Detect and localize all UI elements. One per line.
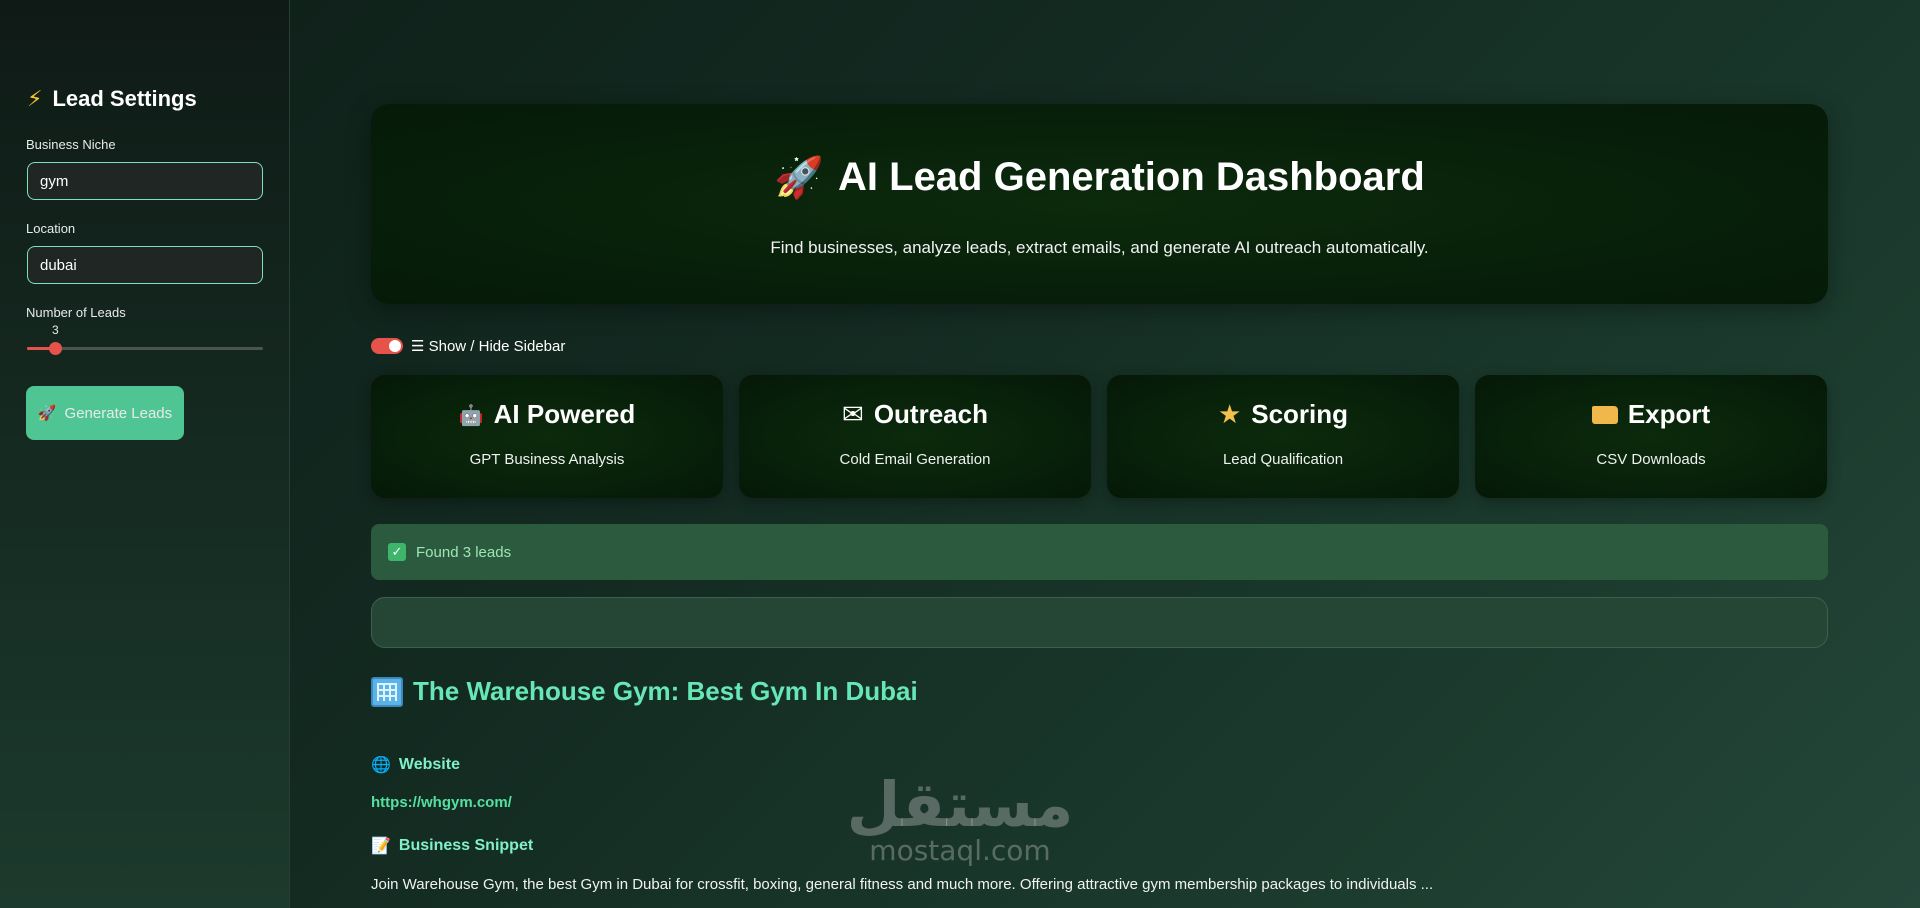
globe-icon: 🌐 [371, 755, 391, 774]
progress-container [371, 597, 1828, 648]
leads-count-slider[interactable]: 3 [27, 323, 263, 355]
location-input[interactable] [27, 246, 263, 284]
toggle-switch[interactable] [371, 338, 403, 354]
page-title-text: AI Lead Generation Dashboard [838, 155, 1425, 199]
sidebar-toggle-label: ☰ Show / Hide Sidebar [411, 338, 566, 355]
generate-leads-label: Generate Leads [64, 404, 173, 422]
memo-icon: 📝 [371, 836, 391, 855]
website-heading-text: Website [398, 755, 460, 773]
rocket-icon: 🚀 [37, 404, 57, 422]
watermark-arabic: مستقل [846, 768, 1074, 841]
feature-card-export: Export CSV Downloads [1475, 375, 1827, 498]
feature-card-outreach: ✉ Outreach Cold Email Generation [739, 375, 1091, 498]
snippet-heading-text: Business Snippet [398, 836, 534, 854]
star-icon: ★ [1217, 399, 1242, 430]
feature-title: Scoring [1251, 399, 1349, 429]
sidebar: ⚡ Lead Settings Business Niche Location … [0, 0, 290, 908]
niche-label: Business Niche [26, 137, 116, 152]
feature-card-title: ✉ Outreach [739, 399, 1091, 430]
robot-icon: 🤖 [458, 402, 484, 427]
slider-track[interactable] [27, 342, 263, 355]
website-heading: 🌐 Website [371, 755, 460, 774]
sidebar-title: ⚡ Lead Settings [27, 86, 197, 112]
envelope-icon: ✉ [842, 399, 864, 430]
page-title: 🚀 AI Lead Generation Dashboard [371, 154, 1828, 201]
feature-card-title: 🤖 AI Powered [371, 399, 723, 430]
folder-icon [1591, 405, 1618, 424]
niche-input[interactable] [27, 162, 263, 200]
rocket-icon: 🚀 [774, 155, 825, 201]
website-link[interactable]: https://whgym.com/ [371, 794, 512, 811]
feature-subtitle: Cold Email Generation [839, 451, 991, 468]
hero-banner: 🚀 AI Lead Generation Dashboard Find busi… [371, 104, 1828, 304]
page-subtitle: Find businesses, analyze leads, extract … [770, 238, 1429, 257]
sidebar-title-text: Lead Settings [52, 86, 197, 111]
sidebar-toggle[interactable]: ☰ Show / Hide Sidebar [371, 337, 565, 355]
watermark-latin: mostaql.com [869, 834, 1051, 867]
feature-subtitle: GPT Business Analysis [469, 451, 625, 468]
feature-subtitle: Lead Qualification [1222, 451, 1344, 468]
feature-title: AI Powered [493, 399, 636, 429]
feature-title: Export [1627, 399, 1711, 429]
success-alert: ✓ Found 3 leads [371, 524, 1828, 580]
business-snippet: Join Warehouse Gym, the best Gym in Duba… [371, 876, 1434, 893]
feature-card-title: Export [1475, 399, 1827, 430]
feature-card-scoring: ★ Scoring Lead Qualification [1107, 375, 1459, 498]
leads-count-value: 3 [52, 323, 59, 337]
location-label: Location [26, 221, 76, 236]
lead-title-text: The Warehouse Gym: Best Gym In Dubai [413, 676, 918, 706]
watermark: مستقل mostaql.com [840, 768, 1080, 868]
lead-title: The Warehouse Gym: Best Gym In Dubai [371, 676, 918, 707]
feature-subtitle: CSV Downloads [1596, 451, 1706, 468]
slider-thumb[interactable] [49, 342, 63, 355]
generate-leads-button[interactable]: 🚀 Generate Leads [26, 386, 184, 440]
feature-card-ai-powered: 🤖 AI Powered GPT Business Analysis [371, 375, 723, 498]
feature-card-title: ★ Scoring [1107, 399, 1459, 430]
feature-title: Outreach [873, 399, 988, 429]
leads-count-label: Number of Leads [26, 305, 126, 320]
checkmark-icon: ✓ [388, 543, 406, 561]
lightning-icon: ⚡ [27, 86, 43, 112]
success-message: Found 3 leads [416, 543, 512, 561]
snippet-heading: 📝 Business Snippet [371, 836, 533, 855]
building-icon [371, 676, 403, 707]
